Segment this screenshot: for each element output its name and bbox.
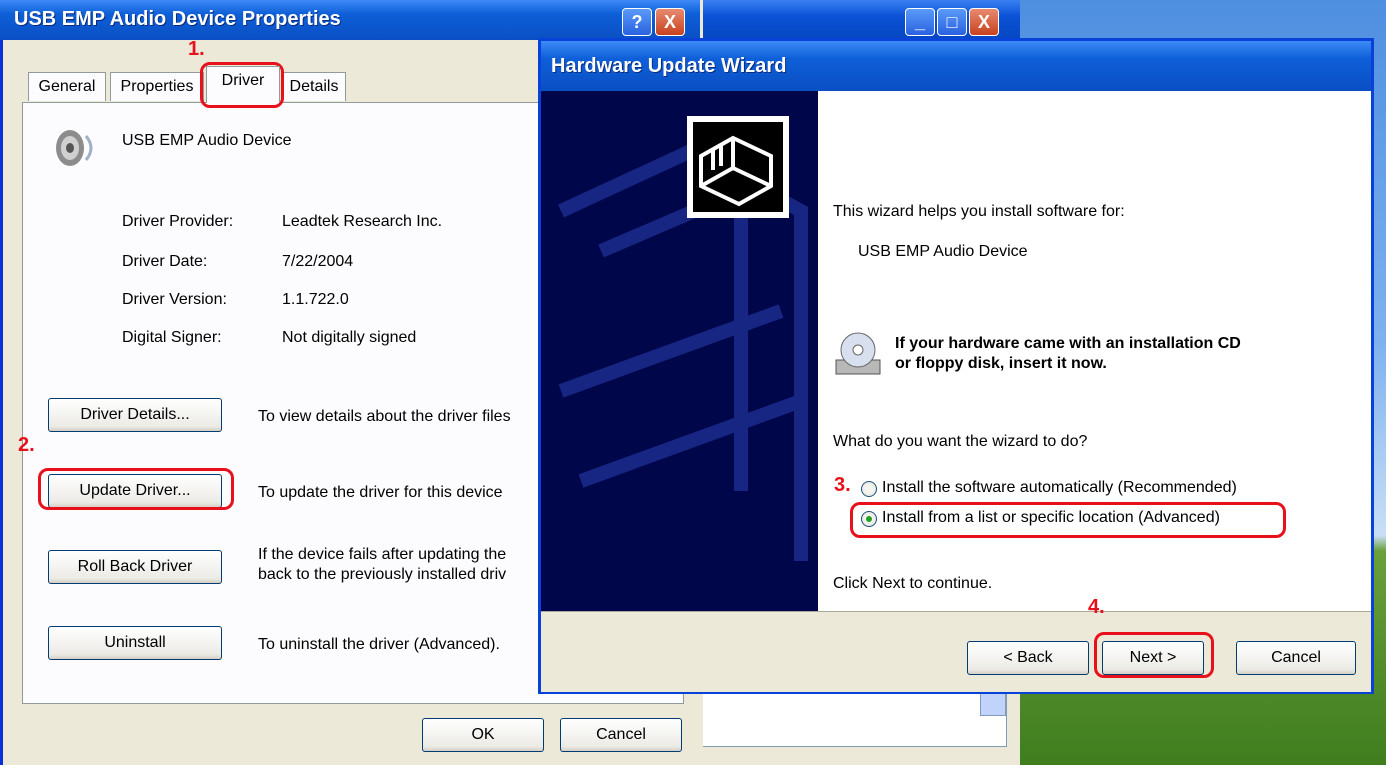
tab-details[interactable]: Details: [282, 72, 346, 101]
driver-version-label: Driver Version:: [122, 291, 227, 308]
wizard-titlebar: Hardware Update Wizard: [541, 41, 1371, 91]
wizard-intro: This wizard helps you install software f…: [833, 203, 1125, 220]
driver-version-value: 1.1.722.0: [282, 291, 349, 308]
tab-general[interactable]: General: [28, 72, 106, 101]
wizard-question: What do you want the wizard to do?: [833, 433, 1088, 450]
option-install-automatically[interactable]: Install the software automatically (Reco…: [882, 479, 1237, 497]
device-name: USB EMP Audio Device: [122, 132, 292, 149]
uninstall-desc: To uninstall the driver (Advanced).: [258, 636, 500, 653]
cd-icon: [832, 330, 884, 383]
annotation-box-install-from-list: [850, 502, 1286, 538]
background-list: [695, 690, 1007, 747]
annotation-box-next: [1094, 632, 1214, 678]
close-icon[interactable]: X: [969, 8, 999, 36]
driver-details-button[interactable]: Driver Details...: [48, 398, 222, 432]
wizard-hint: Click Next to continue.: [833, 575, 993, 592]
driver-date-label: Driver Date:: [122, 253, 208, 270]
annotation-box-update-driver: [38, 468, 234, 510]
wizard-title: Hardware Update Wizard: [551, 55, 787, 77]
annotation-step-3: 3.: [834, 474, 851, 496]
hardware-wizard-icon: [687, 116, 789, 218]
radio-install-automatically[interactable]: [861, 481, 877, 497]
driver-date-value: 7/22/2004: [282, 253, 354, 270]
cancel-button[interactable]: Cancel: [560, 718, 682, 752]
cd-prompt-line2: or floppy disk, insert it now.: [895, 355, 1107, 372]
ok-button[interactable]: OK: [422, 718, 544, 752]
update-driver-desc: To update the driver for this device: [258, 484, 503, 501]
minimize-icon[interactable]: _: [905, 8, 935, 36]
properties-title: USB EMP Audio Device Properties: [14, 8, 341, 30]
speaker-icon: [48, 122, 100, 179]
wizard-device-name: USB EMP Audio Device: [858, 243, 1028, 260]
driver-provider-value: Leadtek Research Inc.: [282, 213, 443, 230]
properties-titlebar: USB EMP Audio Device Properties: [0, 0, 700, 40]
roll-back-desc-line2: back to the previously installed driv: [258, 566, 507, 583]
roll-back-driver-button[interactable]: Roll Back Driver: [48, 550, 222, 584]
cd-prompt-line1: If your hardware came with an installati…: [895, 335, 1241, 352]
wizard-cancel-button[interactable]: Cancel: [1236, 641, 1356, 675]
driver-details-desc: To view details about the driver files: [258, 408, 511, 425]
help-icon[interactable]: ?: [622, 8, 652, 36]
maximize-icon[interactable]: □: [937, 8, 967, 36]
digital-signer-value: Not digitally signed: [282, 329, 417, 346]
tab-properties[interactable]: Properties: [110, 72, 204, 101]
annotation-step-4: 4.: [1088, 596, 1105, 618]
annotation-step-1: 1.: [188, 38, 205, 60]
driver-provider-label: Driver Provider:: [122, 213, 234, 230]
digital-signer-label: Digital Signer:: [122, 329, 222, 346]
close-icon[interactable]: X: [655, 8, 685, 36]
uninstall-button[interactable]: Uninstall: [48, 626, 222, 660]
annotation-step-2: 2.: [18, 434, 35, 456]
roll-back-desc-line1: If the device fails after updating the: [258, 546, 507, 563]
back-button[interactable]: < Back: [967, 641, 1089, 675]
tab-driver[interactable]: Driver: [206, 66, 280, 103]
